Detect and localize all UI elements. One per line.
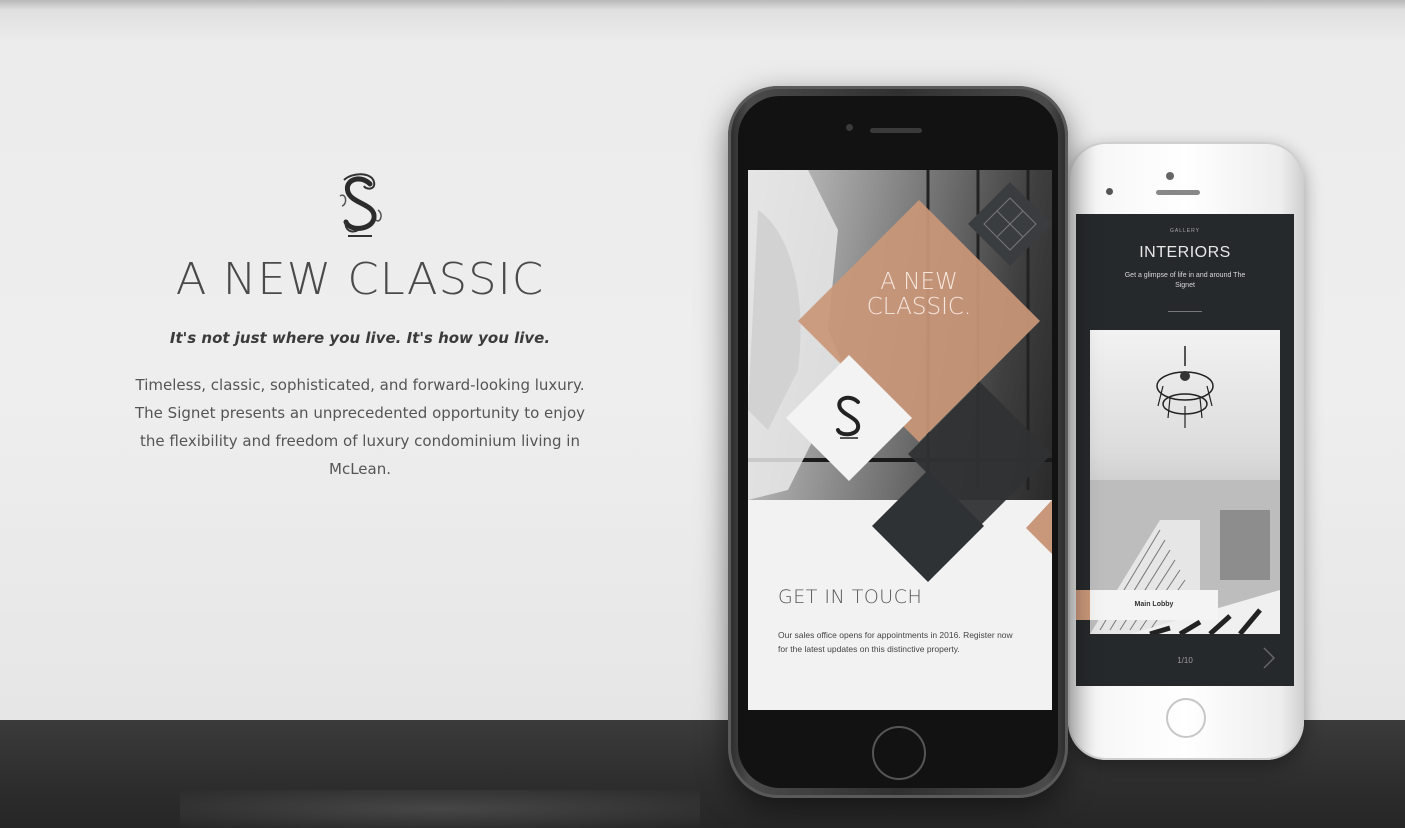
earpiece-speaker — [1156, 190, 1200, 195]
signet-s-monogram-icon — [339, 173, 382, 237]
floor-reflection — [180, 790, 700, 828]
gallery-divider — [1168, 311, 1202, 312]
caption-accent — [1076, 590, 1090, 620]
black-phone-mockup: A NEW CLASSIC. GET IN TOUCH Our sales of… — [728, 86, 1068, 798]
earpiece-speaker — [870, 128, 922, 133]
home-button[interactable] — [872, 726, 926, 780]
screen-hero-text: A NEW CLASSIC. — [866, 269, 972, 320]
chevron-right-icon[interactable] — [1262, 646, 1276, 670]
home-button[interactable] — [1166, 698, 1206, 738]
photo-caption: Main Lobby — [1090, 590, 1218, 620]
white-phone-mockup: GALLERY INTERIORS Get a glimpse of life … — [1068, 142, 1304, 760]
contact-body: Our sales office opens for appointments … — [778, 630, 1013, 654]
hero-tagline: It's not just where you live. It's how y… — [169, 329, 551, 347]
gallery-screen: GALLERY INTERIORS Get a glimpse of life … — [1076, 214, 1294, 686]
lobby-photo[interactable] — [1090, 330, 1280, 634]
front-camera-icon — [1106, 188, 1113, 195]
hero-copy: A NEW CLASSIC It's not just where you li… — [110, 170, 610, 483]
gallery-title: INTERIORS — [1139, 244, 1231, 261]
hero-body: Timeless, classic, sophisticated, and fo… — [135, 376, 585, 478]
gallery-subtitle: Get a glimpse of life in and around The … — [1124, 272, 1246, 289]
front-camera-icon — [846, 124, 853, 131]
proximity-sensor — [1166, 172, 1174, 180]
chandelier-illustration — [1156, 346, 1214, 428]
hero-headline: A NEW CLASSIC — [175, 254, 545, 305]
contact-title[interactable]: GET IN TOUCH — [778, 586, 922, 608]
diamond-composition — [748, 170, 1052, 582]
gallery-kicker: GALLERY — [1170, 228, 1200, 234]
home-screen: A NEW CLASSIC. GET IN TOUCH Our sales of… — [748, 170, 1052, 710]
